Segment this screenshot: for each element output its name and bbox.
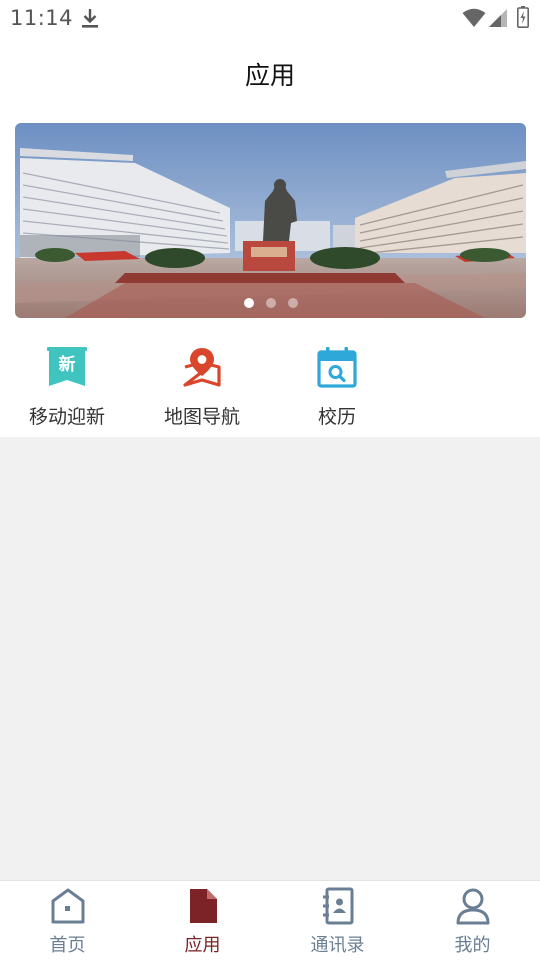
carousel-dot-1[interactable]	[243, 298, 254, 308]
app-label: 移动迎新	[28, 406, 105, 428]
signal-icon	[489, 9, 507, 27]
calendar-search-icon	[317, 347, 357, 388]
nav-item-apps[interactable]: 应用	[135, 881, 270, 960]
nav-item-home[interactable]: 首页	[0, 881, 135, 960]
nav-label: 首页	[49, 935, 86, 956]
nav-label: 通讯录	[310, 935, 365, 956]
campus-plaza-statue-photo	[15, 123, 526, 318]
app-label: 地图导航	[163, 406, 240, 428]
page-title: 应用	[244, 61, 295, 90]
bottom-nav: 首页 应用 通讯录 我的	[0, 880, 540, 960]
battery-icon	[517, 6, 529, 28]
app-mobile-enrollment[interactable]: 新 移动迎新	[7, 340, 127, 435]
nav-label: 我的	[454, 935, 491, 956]
carousel-dots	[15, 298, 526, 308]
download-icon	[82, 9, 98, 28]
user-icon	[456, 888, 490, 925]
nav-item-contacts[interactable]: 通讯录	[270, 881, 405, 960]
map-pin-icon	[183, 348, 221, 387]
banner-carousel[interactable]	[15, 123, 526, 318]
document-icon	[190, 889, 217, 923]
status-bar: 11:14	[0, 0, 540, 36]
app-label: 校历	[317, 406, 356, 428]
new-student-badge-icon: 新	[47, 347, 87, 386]
carousel-dot-2[interactable]	[265, 298, 276, 308]
status-time: 11:14	[10, 6, 74, 30]
new-badge-text: 新	[59, 354, 76, 375]
nav-label: 应用	[184, 935, 221, 956]
carousel-dot-3[interactable]	[287, 298, 298, 308]
app-map-navigation[interactable]: 地图导航	[142, 340, 262, 435]
home-icon	[51, 888, 85, 924]
contacts-book-icon	[323, 887, 354, 925]
app-school-calendar[interactable]: 校历	[277, 340, 397, 435]
wifi-icon	[462, 8, 486, 27]
nav-item-profile[interactable]: 我的	[405, 881, 540, 960]
